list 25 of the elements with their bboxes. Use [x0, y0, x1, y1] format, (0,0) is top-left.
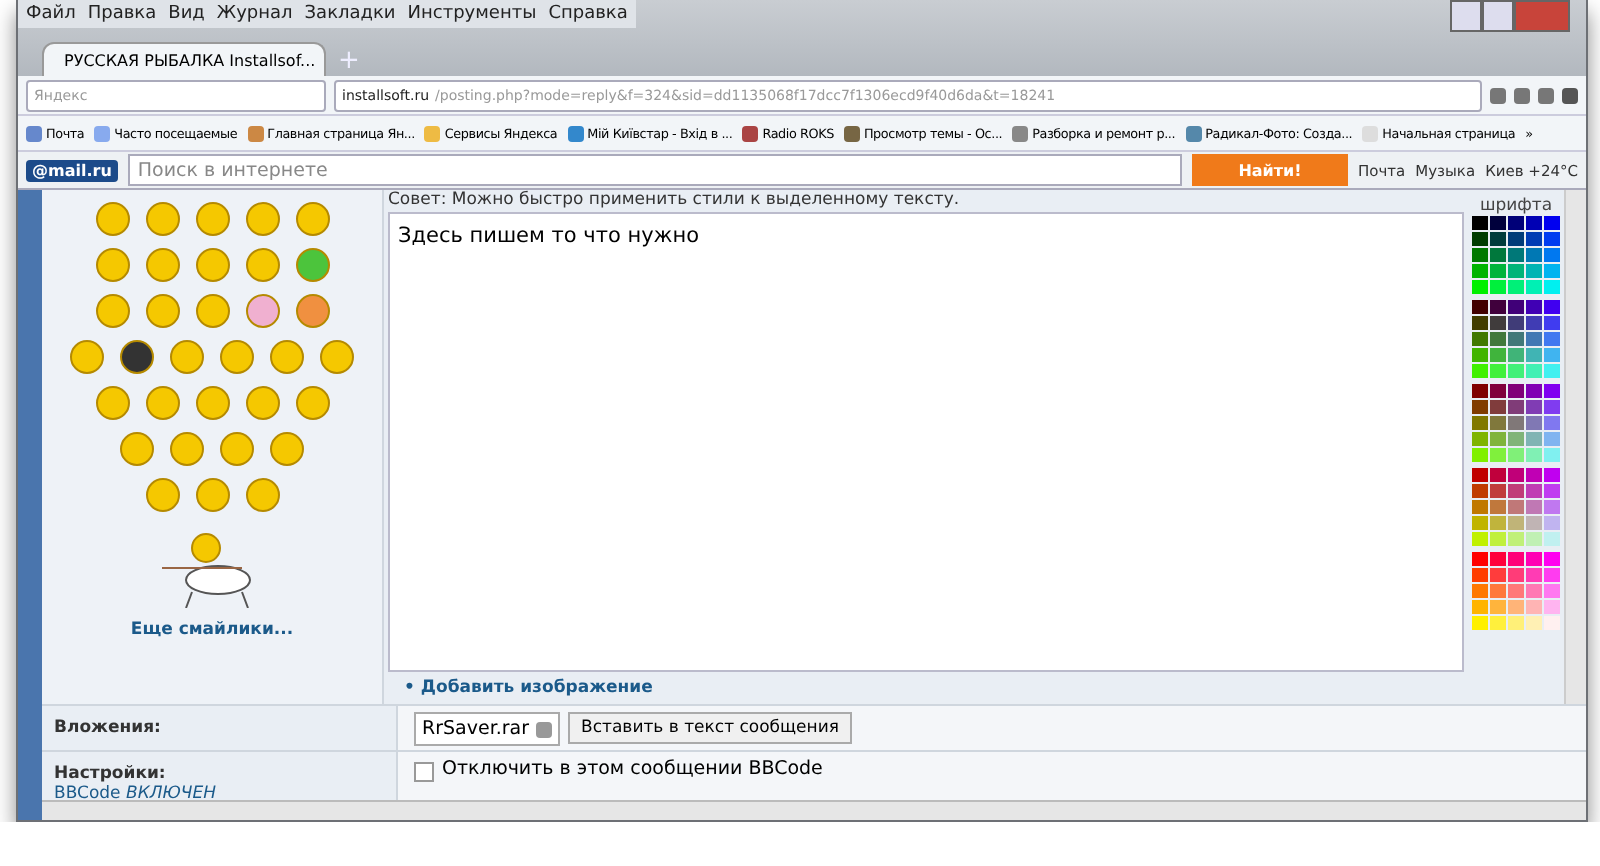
palette-label: шрифта: [1479, 196, 1553, 216]
bbcode-link[interactable]: BBCode ВКЛЮЧЕН: [54, 784, 384, 800]
file-select[interactable]: RrSaver.rar: [414, 712, 560, 746]
menu-item[interactable]: Закладки: [304, 4, 396, 24]
message-editor[interactable]: Здесь пишем то что нужно: [388, 212, 1464, 672]
color-palette[interactable]: [1472, 216, 1560, 630]
menu-item[interactable]: Вид: [168, 4, 205, 24]
menu-item[interactable]: Правка: [87, 4, 157, 24]
menu-item[interactable]: Инструменты: [407, 4, 537, 24]
web-search-field[interactable]: Поиск в интернете: [127, 154, 1182, 186]
menu-item[interactable]: Файл: [26, 4, 76, 24]
more-smilies-link[interactable]: Еще смайлики...: [130, 620, 294, 640]
settings-label: Настройки:: [54, 764, 168, 784]
browser-tab[interactable]: РУССКАЯ РЫБАЛКА Installsof...: [42, 42, 326, 76]
vertical-scrollbar[interactable]: [1564, 190, 1586, 704]
insert-button[interactable]: Вставить в текст сообщения: [567, 712, 853, 744]
mail-logo: @mail.ru: [26, 159, 118, 181]
menu-item[interactable]: Журнал: [216, 4, 293, 24]
tip-text: Совет: Можно быстро применить стили к выделенному тексту.: [388, 190, 962, 212]
add-image-link[interactable]: • Добавить изображение: [388, 672, 1464, 704]
checkbox-label: Отключить в этом сообщении BBCode: [442, 758, 823, 780]
smiley-icon[interactable]: [120, 340, 154, 374]
checkbox[interactable]: [414, 762, 434, 782]
menu-item[interactable]: Справка: [548, 4, 628, 24]
horizontal-scrollbar[interactable]: [42, 800, 1586, 820]
